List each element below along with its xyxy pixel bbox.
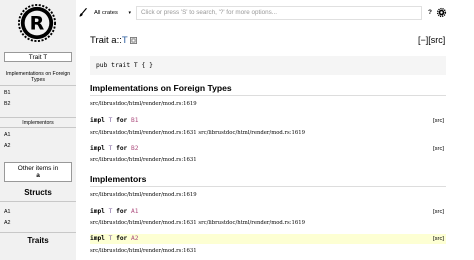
for-keyword: for	[116, 235, 128, 242]
section-heading-implementors[interactable]: Implementors	[90, 174, 146, 184]
rust-logo-icon[interactable]: R	[18, 4, 56, 42]
src-link[interactable]: [src]	[433, 144, 444, 154]
sidebar-struct-a1[interactable]: A1	[4, 209, 10, 215]
divider	[0, 201, 76, 202]
impl-keyword: impl	[90, 145, 105, 152]
search-input[interactable]: Click or press 'S' to search, '?' for mo…	[136, 6, 422, 20]
trait-declaration: pub trait T { }	[90, 56, 446, 75]
toggle-box-icon[interactable]	[130, 37, 137, 44]
source-path: src/librustdoc/html/render/mod.rs:1619	[90, 192, 197, 198]
sidebar-trait-box[interactable]: Trait T	[4, 52, 72, 62]
other-items-crate-link[interactable]: a	[5, 172, 71, 179]
impl-trait-link[interactable]: T	[109, 117, 113, 124]
impl-trait-link[interactable]: T	[109, 145, 113, 152]
src-link[interactable]: [src]	[433, 234, 444, 244]
impl-row-a1: impl T for A1 [src]	[90, 207, 446, 217]
divider	[0, 117, 76, 118]
source-path: src/librustdoc/html/render/mod.rs:1631	[90, 248, 197, 254]
sidebar-item-b1[interactable]: B1	[4, 90, 10, 96]
impl-keyword: impl	[90, 117, 105, 124]
other-items-label: Other items in	[17, 165, 59, 172]
help-button[interactable]: ?	[425, 6, 435, 20]
impl-type-link[interactable]: A2	[131, 235, 138, 242]
page-title: Trait a::T	[90, 35, 128, 46]
sidebar: R Trait T Implementations on Foreign Typ…	[0, 0, 76, 260]
impl-row-b1: impl T for B1 [src]	[90, 116, 446, 126]
impl-keyword: impl	[90, 208, 105, 215]
divider	[90, 95, 446, 96]
collapse-all-src-link[interactable]: [−][src]	[418, 35, 445, 45]
for-keyword: for	[116, 145, 128, 152]
divider	[0, 232, 76, 233]
source-path: src/librustdoc/html/render/mod.rs:1631 s…	[90, 220, 306, 226]
title-prefix: Trait a::	[90, 35, 122, 46]
impl-row-b2: impl T for B2 [src]	[90, 144, 446, 154]
sidebar-item-a1[interactable]: A1	[4, 132, 10, 138]
source-path: src/librustdoc/html/render/mod.rs:1631 s…	[90, 130, 306, 136]
title-trait-name[interactable]: T	[122, 35, 128, 46]
impl-type-link[interactable]: A1	[131, 208, 138, 215]
paintbrush-icon[interactable]	[79, 8, 87, 18]
impl-trait-link[interactable]: T	[109, 208, 113, 215]
src-link[interactable]: [src]	[433, 207, 444, 217]
sidebar-other-items-box: Other items in a	[4, 162, 72, 182]
sidebar-struct-a2[interactable]: A2	[4, 220, 10, 226]
src-link[interactable]: [src]	[433, 116, 444, 126]
impl-trait-link[interactable]: T	[109, 235, 113, 242]
impl-type-link[interactable]: B1	[131, 117, 138, 124]
impl-row-a2: impl T for A2 [src]	[90, 234, 446, 244]
source-path: src/librustdoc/html/render/mod.rs:1631	[90, 157, 197, 163]
sidebar-impl-foreign-title[interactable]: Implementations on Foreign Types	[2, 71, 74, 83]
source-path: src/librustdoc/html/render/mod.rs:1619	[90, 101, 197, 107]
impl-type-link[interactable]: B2	[131, 145, 138, 152]
divider	[0, 127, 76, 128]
crate-select[interactable]: All crates ▾	[90, 6, 134, 20]
sidebar-item-b2[interactable]: B2	[4, 101, 10, 107]
svg-text:R: R	[30, 13, 45, 35]
sidebar-traits-heading[interactable]: Traits	[0, 236, 76, 245]
for-keyword: for	[116, 117, 128, 124]
divider	[90, 186, 446, 187]
for-keyword: for	[116, 208, 128, 215]
sidebar-implementors-title[interactable]: Implementors	[2, 120, 74, 126]
crate-select-value: All crates	[94, 10, 118, 16]
divider	[0, 85, 76, 86]
gear-icon[interactable]	[436, 7, 447, 18]
impl-keyword: impl	[90, 235, 105, 242]
section-heading-foreign-impls[interactable]: Implementations on Foreign Types	[90, 83, 232, 93]
sidebar-item-a2[interactable]: A2	[4, 143, 10, 149]
chevron-down-icon: ▾	[128, 10, 131, 16]
sidebar-structs-heading[interactable]: Structs	[0, 188, 76, 197]
